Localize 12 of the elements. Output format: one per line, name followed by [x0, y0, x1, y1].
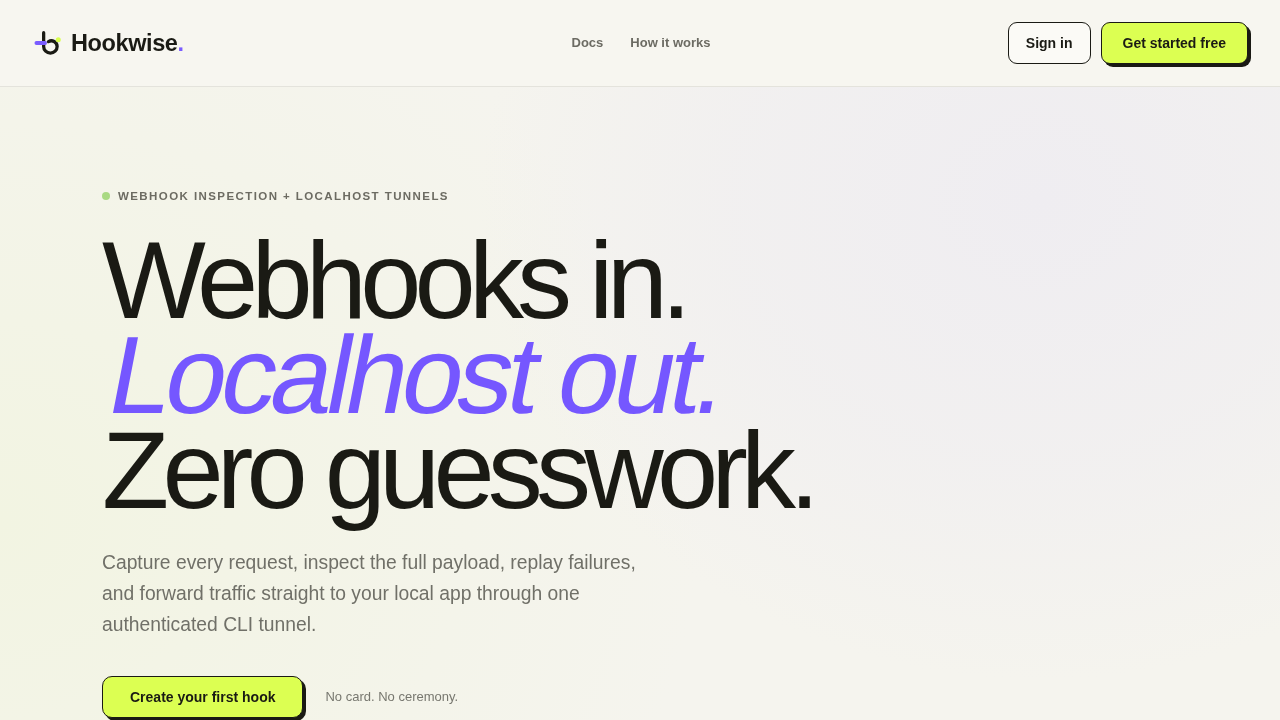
hero-headline: Webhooks in. Localhost out. Zero guesswork. — [102, 232, 815, 533]
logo-icon[interactable] — [34, 30, 61, 56]
eyebrow-label: WEBHOOK INSPECTION + LOCALHOST TUNNELS — [118, 189, 449, 204]
hero-description: Capture every request, inspect the full payload, replay failures, and forward traffic straight to your local app through one authenticated CLI tunnel. — [102, 551, 637, 637]
cta-note: No card. No ceremony. — [325, 689, 459, 705]
create-hook-button[interactable]: Create your first hook — [102, 676, 304, 718]
brand-logo-text[interactable]: Hookwise. — [71, 29, 184, 57]
get-started-button[interactable]: Get started free — [1100, 22, 1248, 64]
nav-link[interactable]: How it works — [630, 35, 711, 51]
nav-link[interactable]: Docs — [571, 35, 604, 51]
sign-in-button[interactable]: Sign in — [1007, 22, 1091, 64]
status-dot-icon — [102, 192, 110, 200]
